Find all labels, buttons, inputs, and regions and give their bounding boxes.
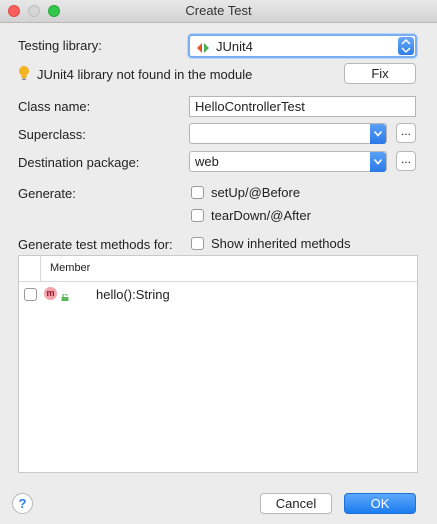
method-checkbox[interactable] [24, 288, 37, 301]
testing-library-select[interactable]: JUnit4 [188, 34, 417, 58]
destination-package-browse-button[interactable]: ... [396, 151, 416, 171]
teardown-after-label: tearDown/@After [211, 208, 311, 223]
teardown-after-checkbox[interactable] [191, 209, 204, 222]
chevron-down-icon[interactable] [370, 124, 386, 144]
column-header-member[interactable]: Member [50, 262, 90, 274]
stepper-icon [398, 37, 414, 55]
destination-package-combo[interactable]: web [189, 151, 387, 172]
cancel-button[interactable]: Cancel [260, 493, 332, 514]
destination-package-label: Destination package: [18, 155, 140, 170]
column-divider [40, 256, 41, 281]
lock-icon [61, 289, 69, 301]
class-name-input[interactable]: HelloControllerTest [189, 96, 416, 117]
superclass-browse-button[interactable]: ... [396, 123, 416, 143]
test-methods-label: Generate test methods for: [18, 237, 173, 252]
method-name: hello():String [96, 287, 170, 302]
table-header: Member [19, 256, 417, 282]
lightbulb-icon [18, 65, 30, 84]
setup-before-checkbox[interactable] [191, 186, 204, 199]
member-table: Member m hello():String [18, 255, 418, 473]
warning-text: JUnit4 library not found in the module [37, 67, 253, 82]
table-row[interactable]: m hello():String [19, 282, 417, 306]
testing-library-value: JUnit4 [216, 39, 253, 54]
class-name-label: Class name: [18, 99, 91, 114]
fix-button[interactable]: Fix [344, 63, 416, 84]
generate-label: Generate: [18, 186, 76, 201]
junit-icon [197, 41, 209, 56]
title-bar: Create Test [0, 0, 437, 23]
chevron-down-icon[interactable] [370, 152, 386, 172]
method-icon: m [44, 287, 57, 300]
superclass-label: Superclass: [18, 127, 86, 142]
destination-package-value: web [195, 154, 219, 169]
ok-button[interactable]: OK [344, 493, 416, 514]
show-inherited-label: Show inherited methods [211, 236, 351, 251]
show-inherited-checkbox[interactable] [191, 237, 204, 250]
help-icon[interactable]: ? [12, 493, 33, 514]
window-title: Create Test [185, 3, 252, 18]
superclass-combo[interactable] [189, 123, 387, 144]
setup-before-label: setUp/@Before [211, 185, 301, 200]
testing-library-label: Testing library: [18, 38, 102, 53]
